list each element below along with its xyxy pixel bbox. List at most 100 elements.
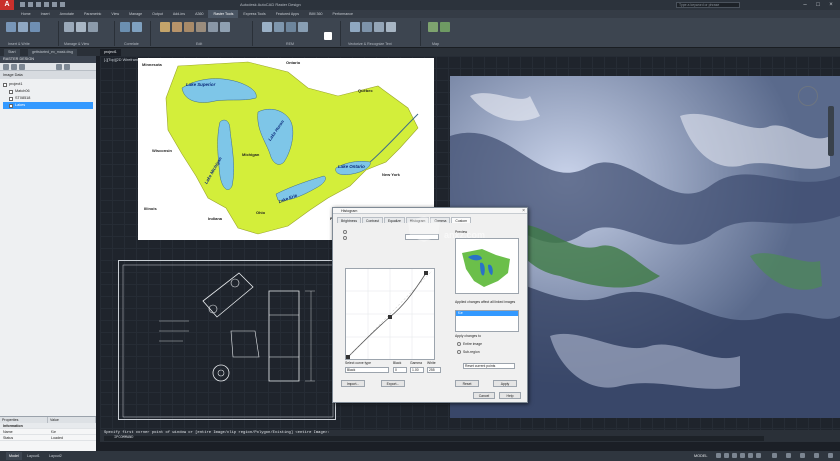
help-button[interactable]: Help: [499, 392, 521, 399]
dialog-tab-equalize[interactable]: Equalize: [383, 217, 405, 223]
command-input[interactable]: IPCOMMAND: [104, 436, 764, 441]
new-folder-icon[interactable]: [3, 64, 9, 70]
image-manager-icon[interactable]: [64, 22, 74, 32]
customize-icon[interactable]: [828, 453, 833, 458]
polar-icon[interactable]: [740, 453, 745, 458]
apply-button[interactable]: Apply: [493, 380, 517, 387]
insert-icon[interactable]: [11, 64, 17, 70]
tree-item-label: ST08518: [15, 96, 31, 100]
ortho-icon[interactable]: [732, 453, 737, 458]
ribbon-tab-raster-tools[interactable]: Raster Tools: [208, 10, 239, 18]
map-source-icon[interactable]: [440, 22, 450, 32]
ribbon-tab-bim-360[interactable]: BIM 360: [304, 10, 327, 18]
ribbon-tab-output[interactable]: Output: [147, 10, 168, 18]
ribbon-tab-a360[interactable]: A360: [190, 10, 208, 18]
import-button[interactable]: Import...: [341, 380, 365, 387]
search-input[interactable]: Type a keyword or phrase: [676, 2, 740, 8]
doc-tab-start[interactable]: Start: [4, 49, 20, 56]
workspace-icon[interactable]: [786, 453, 791, 458]
dialog-tab-brightness[interactable]: Brightness: [337, 217, 362, 223]
despeckle-icon[interactable]: [220, 22, 230, 32]
ribbon-tab-manage[interactable]: Manage: [124, 10, 147, 18]
histogram-icon[interactable]: [208, 22, 218, 32]
rem-region-icon[interactable]: [274, 22, 284, 32]
tree-view-icon[interactable]: [56, 64, 62, 70]
entire-image-radio[interactable]: [457, 342, 461, 346]
annotation-scale-icon[interactable]: [772, 453, 777, 458]
save-image-icon[interactable]: [30, 22, 40, 32]
convert-icon[interactable]: [184, 22, 194, 32]
quick-access-toolbar[interactable]: [18, 0, 88, 10]
ribbon-tab-performance[interactable]: Performance: [327, 10, 358, 18]
black-value-input[interactable]: 0: [393, 367, 407, 373]
rubbersheet-icon[interactable]: [172, 22, 182, 32]
white-value-input[interactable]: 255: [427, 367, 441, 373]
mirror-icon[interactable]: [196, 22, 206, 32]
ribbon-tab-view[interactable]: View: [106, 10, 124, 18]
maximize-icon[interactable]: □: [813, 1, 823, 9]
vectorize-icon[interactable]: [350, 22, 360, 32]
ribbon-tab-home[interactable]: Home: [16, 10, 36, 18]
fullscreen-icon[interactable]: [814, 453, 819, 458]
close-icon[interactable]: ×: [826, 1, 836, 9]
mechanical-drawing-image[interactable]: [118, 260, 336, 420]
ribbon-tab-parametric[interactable]: Parametric: [79, 10, 106, 18]
tab-layout2[interactable]: Layout2: [46, 452, 65, 460]
ribbon-tab-add-ins[interactable]: Add-ins: [168, 10, 190, 18]
doc-tab-gettingstarted[interactable]: gettstarted_ex_mask.dwg: [28, 49, 77, 56]
insert-image-icon[interactable]: [6, 22, 16, 32]
app-menu-button[interactable]: A: [0, 0, 14, 10]
sub-region-radio[interactable]: [457, 350, 461, 354]
dialog-tab-contrast[interactable]: Contrast: [362, 217, 383, 223]
refresh-icon[interactable]: [19, 64, 25, 70]
isolate-icon[interactable]: [800, 453, 805, 458]
gamma-value-input[interactable]: 1.00: [410, 367, 424, 373]
list-view-icon[interactable]: [64, 64, 70, 70]
viewport-controls[interactable]: [-][Top][2D Wireframe]: [104, 58, 141, 62]
image-frame-icon[interactable]: [76, 22, 86, 32]
map-transform-icon[interactable]: [428, 22, 438, 32]
write-image-icon[interactable]: [18, 22, 28, 32]
match-icon[interactable]: [132, 22, 142, 32]
tree-item[interactable]: ST08518: [3, 95, 93, 102]
doc-tab-project1[interactable]: project1: [100, 49, 121, 56]
correlate-icon[interactable]: [120, 22, 130, 32]
rem-merge-icon[interactable]: [298, 22, 308, 32]
ribbon-tab-insert[interactable]: Insert: [36, 10, 55, 18]
ribbon-tab-featured-apps[interactable]: Featured Apps: [271, 10, 304, 18]
tree-item[interactable]: Lakes: [3, 102, 93, 109]
grid-icon[interactable]: [716, 453, 721, 458]
export-button[interactable]: Export...: [381, 380, 405, 387]
channel-radio-2[interactable]: [343, 236, 347, 240]
curve-type-select[interactable]: Black: [345, 367, 389, 373]
histogram-curve-editor[interactable]: [345, 268, 435, 360]
tab-layout1[interactable]: Layout1: [24, 452, 43, 460]
model-space-indicator[interactable]: MODEL: [694, 452, 708, 460]
ribbon-tab-annotate[interactable]: Annotate: [55, 10, 79, 18]
minimize-icon[interactable]: –: [800, 1, 810, 9]
snap-icon[interactable]: [724, 453, 729, 458]
ocr-text-icon[interactable]: [386, 22, 396, 32]
channel-radio-1[interactable]: [343, 230, 347, 234]
osnap-icon[interactable]: [748, 453, 753, 458]
rem-color-swatch[interactable]: [324, 32, 332, 40]
props-row[interactable]: Status Loaded: [0, 435, 96, 441]
polyline-follower-icon[interactable]: [362, 22, 372, 32]
ribbon-tab-express-tools[interactable]: Express Tools: [238, 10, 270, 18]
navigation-bar[interactable]: [828, 106, 834, 156]
rem-create-icon[interactable]: [262, 22, 272, 32]
show-images-icon[interactable]: [88, 22, 98, 32]
sub-region-option-select[interactable]: Reset current points: [463, 363, 515, 369]
viewcube-compass[interactable]: [798, 86, 818, 106]
tab-model[interactable]: Model: [6, 452, 22, 460]
crop-icon[interactable]: [160, 22, 170, 32]
linked-images-list[interactable]: f1e: [455, 310, 519, 332]
contour-follower-icon[interactable]: [374, 22, 384, 32]
linked-image-item[interactable]: f1e: [456, 311, 518, 316]
tree-item[interactable]: Match06: [3, 88, 93, 95]
lineweight-icon[interactable]: [756, 453, 761, 458]
cancel-button[interactable]: Cancel: [473, 392, 495, 399]
reset-button[interactable]: Reset: [455, 380, 479, 387]
rem-primitive-icon[interactable]: [286, 22, 296, 32]
tree-item[interactable]: project1: [3, 81, 93, 88]
